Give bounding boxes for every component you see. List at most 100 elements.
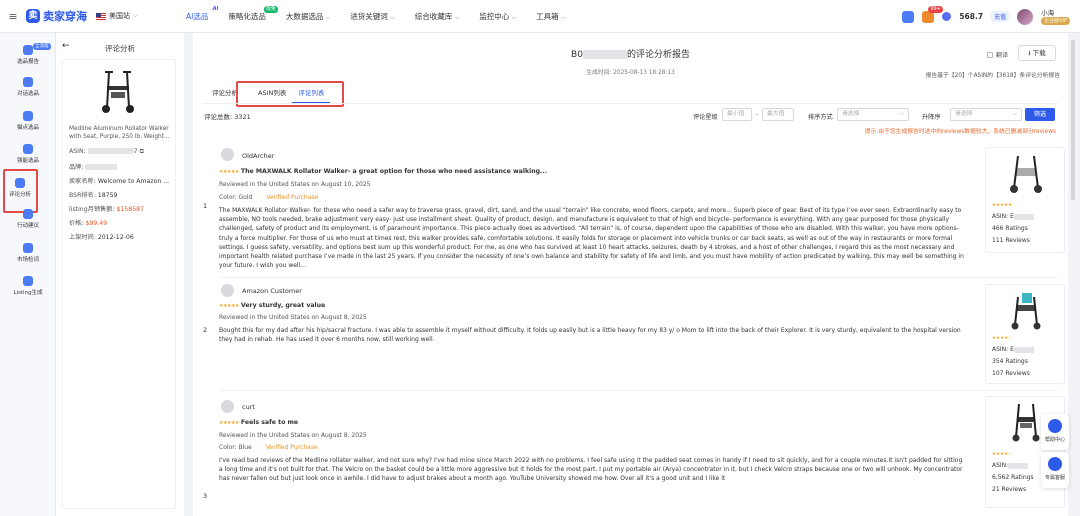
chat-icon [23,77,33,87]
review-row: 2 Amazon Customer ★★★★★ Very sturdy, gre… [203,282,1065,394]
avatar[interactable] [1017,8,1034,25]
translate-toggle[interactable]: 翻译 [987,50,1008,59]
review-date: Reviewed in the United States on August … [219,314,367,321]
redacted-value [1013,346,1034,353]
max-rating-input[interactable]: 最大值 [762,108,794,121]
reviewer-name: OldArcher [242,152,275,160]
person-icon [23,144,33,154]
seller-row: 卖家名称: Welcome to Amazon ... [69,178,170,185]
sidebar-item-cat[interactable]: 猫点选品 [0,111,56,131]
panel-title: 评论分析 [105,44,135,53]
product-ratings: 6,562 Ratings [992,474,1034,481]
review-title: ★★★★★ Feels safe to me [219,419,299,426]
review-variant: Color: Blue Verified Purchase [219,444,318,451]
product-name: Medline Aluminum Rollator Walker with Se… [69,126,170,140]
nav-keywords[interactable]: 进货关键词 ⌵ [340,0,404,33]
rating-stars: ★★★★★ [219,303,239,309]
filter-button[interactable]: 筛选 [1025,108,1055,121]
reviewed-product-card[interactable]: ★★★★★ ASIN: E 466 Ratings 111 Reviews [985,147,1065,253]
range-dash: - [756,111,759,118]
sidebar-item-strong[interactable]: 强能选品 [0,144,56,164]
nav-strategy-selection[interactable]: 策略化选品 限免 [218,0,278,33]
order-select[interactable]: 请选择 ⌵ [950,108,1022,121]
message-count-badge: 99+ [928,5,943,13]
region-selector[interactable]: 美国站 ⌵ [96,11,176,21]
sidebar-item-market[interactable]: 市场检词 [0,243,56,263]
nav-favorites[interactable]: 综合收藏库 ⌵ [405,0,469,33]
top-bar: ≡ 卖 卖家穿海 美国站 ⌵ AI选品 AI 策略化选品 限免 大数据选品 ⌵ 进货… [0,0,1080,33]
review-index: 1 [203,202,208,210]
sort-select[interactable]: 请选择 ⌵ [837,108,909,121]
sidebar-item-label: 猫点选品 [16,125,39,131]
reviewer-name: curt [242,403,255,411]
hint-text: 提示:由于您生成报告时选中的reviews数据较大，系统已删减部分reviews [864,129,1056,135]
customer-service-button[interactable]: 专属客服 [1041,452,1069,488]
product-ratings: 354 Ratings [992,358,1028,365]
sidebar-item-label: Listing生成 [13,290,43,296]
chevron-down-icon: ⌵ [1012,111,1017,117]
product-asin: ASIN: E [992,213,1034,220]
chevron-down-icon: ⌵ [899,111,904,117]
review-divider [221,390,1058,391]
rollator-image [1012,403,1040,442]
product-rating-stars: ★★★★☆ [992,452,1013,457]
user-info[interactable]: 小海 企业版VIP [1041,9,1070,25]
sidebar-item-action[interactable]: 行动建议 [0,209,56,229]
download-button[interactable]: ⭳ 下载 [1018,45,1056,61]
brand-row: 品牌: [69,162,118,171]
region-label: 美国站 [109,12,130,20]
product-ratings: 466 Ratings [992,225,1028,232]
help-center-button[interactable]: 帮助中心 [1041,414,1069,450]
nav-monitor[interactable]: 监控中心 ⌵ [469,0,526,33]
reviewed-product-card[interactable]: ★★★★☆ ASIN: E 354 Ratings 107 Reviews [985,284,1065,384]
asin-row: ASIN: 7 ⧉ [69,148,144,155]
report-title: B0 的评论分析报告 [571,50,690,60]
user-name: 小海 [1041,8,1055,17]
checkbox-icon [987,51,993,58]
app-logo[interactable]: 卖 卖家穿海 [26,8,96,24]
product-reviews: 111 Reviews [992,237,1030,244]
sidebar-item-chat[interactable]: 对话选品 [0,77,56,97]
report-note: 报告基于【20】个ASIN的【3618】条评论分析报告 [925,73,1060,79]
listed-time-row: 上架时间: 2012-12-06 [69,234,134,241]
sidebar-item-label: 行动建议 [16,223,39,229]
sidebar-item-listing[interactable]: Listing生成 [0,276,56,296]
scrollbar[interactable] [1071,40,1075,200]
logo-text: 卖家穿海 [43,10,87,23]
review-index: 2 [203,326,208,334]
menu-icon[interactable]: ≡ [0,10,26,23]
product-reviews: 21 Reviews [992,486,1027,493]
nav-big-data[interactable]: 大数据选品 ⌵ [276,0,340,33]
chevron-down-icon: ⌵ [133,12,138,19]
rating-stars: ★★★★★ [219,420,239,426]
recharge-button[interactable]: 充值 [991,11,1010,22]
review-variant: Color: Gold Verified Purchase [219,194,319,201]
rollator-image [1010,155,1042,193]
min-rating-input[interactable]: 最小值 [722,108,752,121]
product-asin: ASIN: [992,462,1029,469]
product-asin: ASIN: E [992,346,1034,353]
product-card: Medline Aluminum Rollator Walker with Se… [62,59,176,509]
product-reviews: 107 Reviews [992,370,1030,377]
chevron-down-icon: ⌵ [390,13,395,21]
report-icon [23,45,33,55]
sidebar-item-report[interactable]: 全流程 选品报告 [0,43,56,65]
customer-service-label: 专属客服 [1044,475,1065,481]
review-body: The MAXWALK Rollator Walker- for those w… [219,207,964,270]
customer-service-icon [1048,457,1062,471]
sidebar-item-label: 市场检词 [16,257,39,263]
sidebar-item-label: 强能选品 [16,158,39,164]
order-label: 升降序 [922,114,941,121]
product-panel: ← 评论分析 Medline Aluminum Rollator Walker … [56,33,184,516]
review-title: ★★★★★ Very sturdy, great value [219,302,326,309]
message-icon[interactable]: 99+ [922,5,943,23]
main-nav: AI选品 AI 策略化选品 限免 大数据选品 ⌵ 进货关键词 ⌵ 综合收藏库 ⌵ 监… [176,0,576,33]
notification-icon[interactable] [902,10,915,23]
nav-ai-selection[interactable]: AI选品 AI [176,0,218,33]
balance-value: 568.7 [959,12,984,21]
external-link-icon[interactable]: ⧉ [140,148,144,155]
sort-label: 排序方式 [808,114,833,121]
us-flag-icon [96,12,106,20]
main-content: B0 的评论分析报告 生成时间: 2025-08-13 18:28:13 翻译 ⭳… [193,33,1068,516]
nav-toolbox[interactable]: 工具箱 ⌵ [526,0,575,33]
